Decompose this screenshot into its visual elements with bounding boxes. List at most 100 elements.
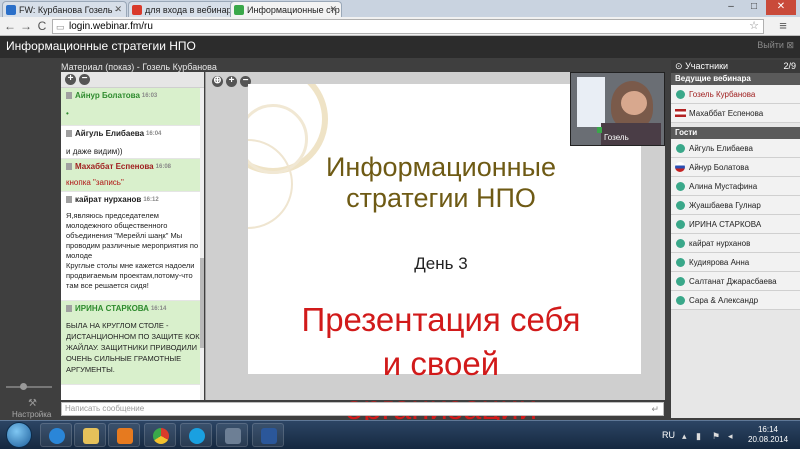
presenter-webcam[interactable]: Гозель <box>570 72 665 146</box>
document-icon <box>66 130 72 137</box>
participant-guest[interactable]: Кудиярова Анна <box>671 253 800 272</box>
status-dot-icon <box>676 239 685 248</box>
chat-input-placeholder: Написать сообщение <box>65 404 145 413</box>
flag-tray-icon[interactable]: ⚑ <box>712 431 720 442</box>
browser-toolbar: ← → C ▭ login.webinar.fm/ru ☆ ≡ <box>0 17 800 36</box>
participant-guest[interactable]: кайрат нурханов <box>671 234 800 253</box>
bookmark-star-icon[interactable]: ☆ <box>749 20 759 33</box>
minimize-button[interactable]: – <box>720 0 742 15</box>
volume-icon[interactable]: ◂ <box>728 431 733 442</box>
slide-title: Информационные стратегии НПО <box>246 152 636 214</box>
reload-button[interactable]: C <box>34 18 50 34</box>
wrench-icon[interactable]: ⚒ <box>28 398 37 409</box>
mail-icon <box>6 5 16 15</box>
chat-scrollbar[interactable] <box>200 88 204 400</box>
participant-name: Айгуль Елибаева <box>689 144 753 153</box>
chat-message: Айгуль Елибаева 16:04 и даже видим)) <box>61 126 204 159</box>
back-button[interactable]: ← <box>2 18 18 34</box>
status-dot-icon <box>676 144 685 153</box>
participant-host[interactable]: Махаббат Еспенова <box>671 104 800 123</box>
address-bar[interactable]: ▭ login.webinar.fm/ru ☆ <box>52 19 764 34</box>
browser-menu-button[interactable]: ≡ <box>774 18 792 34</box>
chat-message-input[interactable]: Написать сообщение ↵ <box>61 402 664 416</box>
media-player-icon <box>117 428 133 444</box>
start-button[interactable] <box>6 422 32 448</box>
close-icon[interactable]: ✕ <box>114 4 122 15</box>
participant-guest[interactable]: Айгуль Елибаева <box>671 139 800 158</box>
chat-author: кайрат нурханов <box>75 195 142 204</box>
zoom-out-icon[interactable]: − <box>79 74 90 85</box>
folder-icon <box>83 428 99 444</box>
participant-guest[interactable]: Салтанат Джарасбаева <box>671 272 800 291</box>
speaker-icon <box>132 5 142 15</box>
webinar-header: Информационные стратегии НПО Выйти ⊠ <box>0 36 800 58</box>
input-language[interactable]: RU <box>662 430 675 440</box>
url-text: login.webinar.fm/ru <box>69 21 153 32</box>
document-icon <box>66 92 72 99</box>
mic-icon <box>597 127 602 133</box>
taskbar-app[interactable] <box>216 423 248 447</box>
network-icon[interactable]: ▮ <box>696 431 701 442</box>
taskbar-skype[interactable] <box>180 423 212 447</box>
slide-title-line: Информационные <box>326 152 556 182</box>
chat-author: Айгуль Елибаева <box>75 129 145 138</box>
chat-message: кайрат нурханов 16:12 Я,являюсь председат… <box>61 192 204 301</box>
participant-name: Жуашбаева Гулнар <box>689 201 761 210</box>
close-icon[interactable]: ✕ <box>329 4 337 15</box>
participant-guest[interactable]: Айнур Болатова <box>671 158 800 177</box>
send-icon[interactable]: ↵ <box>651 403 659 415</box>
taskbar-media[interactable] <box>108 423 140 447</box>
chat-scroll-thumb[interactable] <box>200 258 204 348</box>
participant-name: Сара & Александр <box>689 296 759 305</box>
participant-name: кайрат нурханов <box>689 239 751 248</box>
chrome-icon <box>153 428 169 444</box>
participant-name: Гозель Курбанова <box>689 90 756 99</box>
tab-fw-kurbanova[interactable]: FW: Курбанова Гозель - ✕ <box>2 1 127 17</box>
status-dot-icon <box>676 90 685 99</box>
ie-icon <box>49 428 65 444</box>
taskbar-chrome[interactable] <box>144 423 176 447</box>
chat-text: • <box>66 109 69 118</box>
participant-name: Айнур Болатова <box>689 163 749 172</box>
participant-name: Салтанат Джарасбаева <box>689 277 777 286</box>
material-title: Материал (показ) - Гозель Курбанова <box>61 62 217 72</box>
tab-webinar-current[interactable]: Информационные стр ✕ <box>230 1 342 17</box>
presenter-face <box>621 91 647 115</box>
window-close-button[interactable]: ✕ <box>766 0 796 15</box>
chat-message: Айнур Болатова 16:03 • <box>61 88 204 126</box>
chat-zoom-controls: + − <box>61 72 204 88</box>
exit-button[interactable]: Выйти ⊠ <box>757 40 794 51</box>
status-dot-icon <box>676 296 685 305</box>
participant-host[interactable]: Гозель Курбанова <box>671 85 800 104</box>
volume-slider-handle[interactable] <box>20 383 27 390</box>
chat-text: Я,являюсь председателем молодежного обще… <box>66 211 199 290</box>
participant-guest[interactable]: ИРИНА СТАРКОВА <box>671 215 800 234</box>
page-title: Информационные стратегии НПО <box>6 39 196 53</box>
settings-label[interactable]: Настройка <box>12 410 51 419</box>
taskbar-word[interactable] <box>252 423 284 447</box>
settings-area: ⚒ Настройка <box>0 380 58 420</box>
participants-title: Участники <box>685 61 729 71</box>
chat-time: 16:03 <box>141 93 158 99</box>
taskbar-explorer[interactable] <box>74 423 106 447</box>
participant-name: ИРИНА СТАРКОВА <box>689 220 762 229</box>
participant-guest[interactable]: Сара & Александр <box>671 291 800 310</box>
zoom-in-icon[interactable]: + <box>65 74 76 85</box>
participant-guest[interactable]: Алина Мустафина <box>671 177 800 196</box>
maximize-button[interactable]: □ <box>743 0 765 15</box>
chat-time: 16:08 <box>155 164 171 170</box>
participant-name: Махаббат Еспенова <box>689 109 764 118</box>
chat-text: и даже видим)) <box>66 147 123 156</box>
system-clock[interactable]: 16:14 20.08.2014 <box>748 425 788 445</box>
chat-author: Айнур Болатова <box>75 91 140 100</box>
document-icon <box>66 163 72 170</box>
taskbar-ie[interactable] <box>40 423 72 447</box>
forward-button[interactable]: → <box>18 18 34 34</box>
tab-webinar-login[interactable]: для входа в вебинарную ✕ <box>128 1 246 17</box>
participant-guest[interactable]: Жуашбаева Гулнар <box>671 196 800 215</box>
chat-time: 16:14 <box>150 306 167 312</box>
volume-slider[interactable] <box>6 386 52 388</box>
tray-arrow-icon[interactable]: ▴ <box>682 431 687 442</box>
participants-count: 2/9 <box>783 61 796 71</box>
slide-day: День 3 <box>414 254 468 273</box>
